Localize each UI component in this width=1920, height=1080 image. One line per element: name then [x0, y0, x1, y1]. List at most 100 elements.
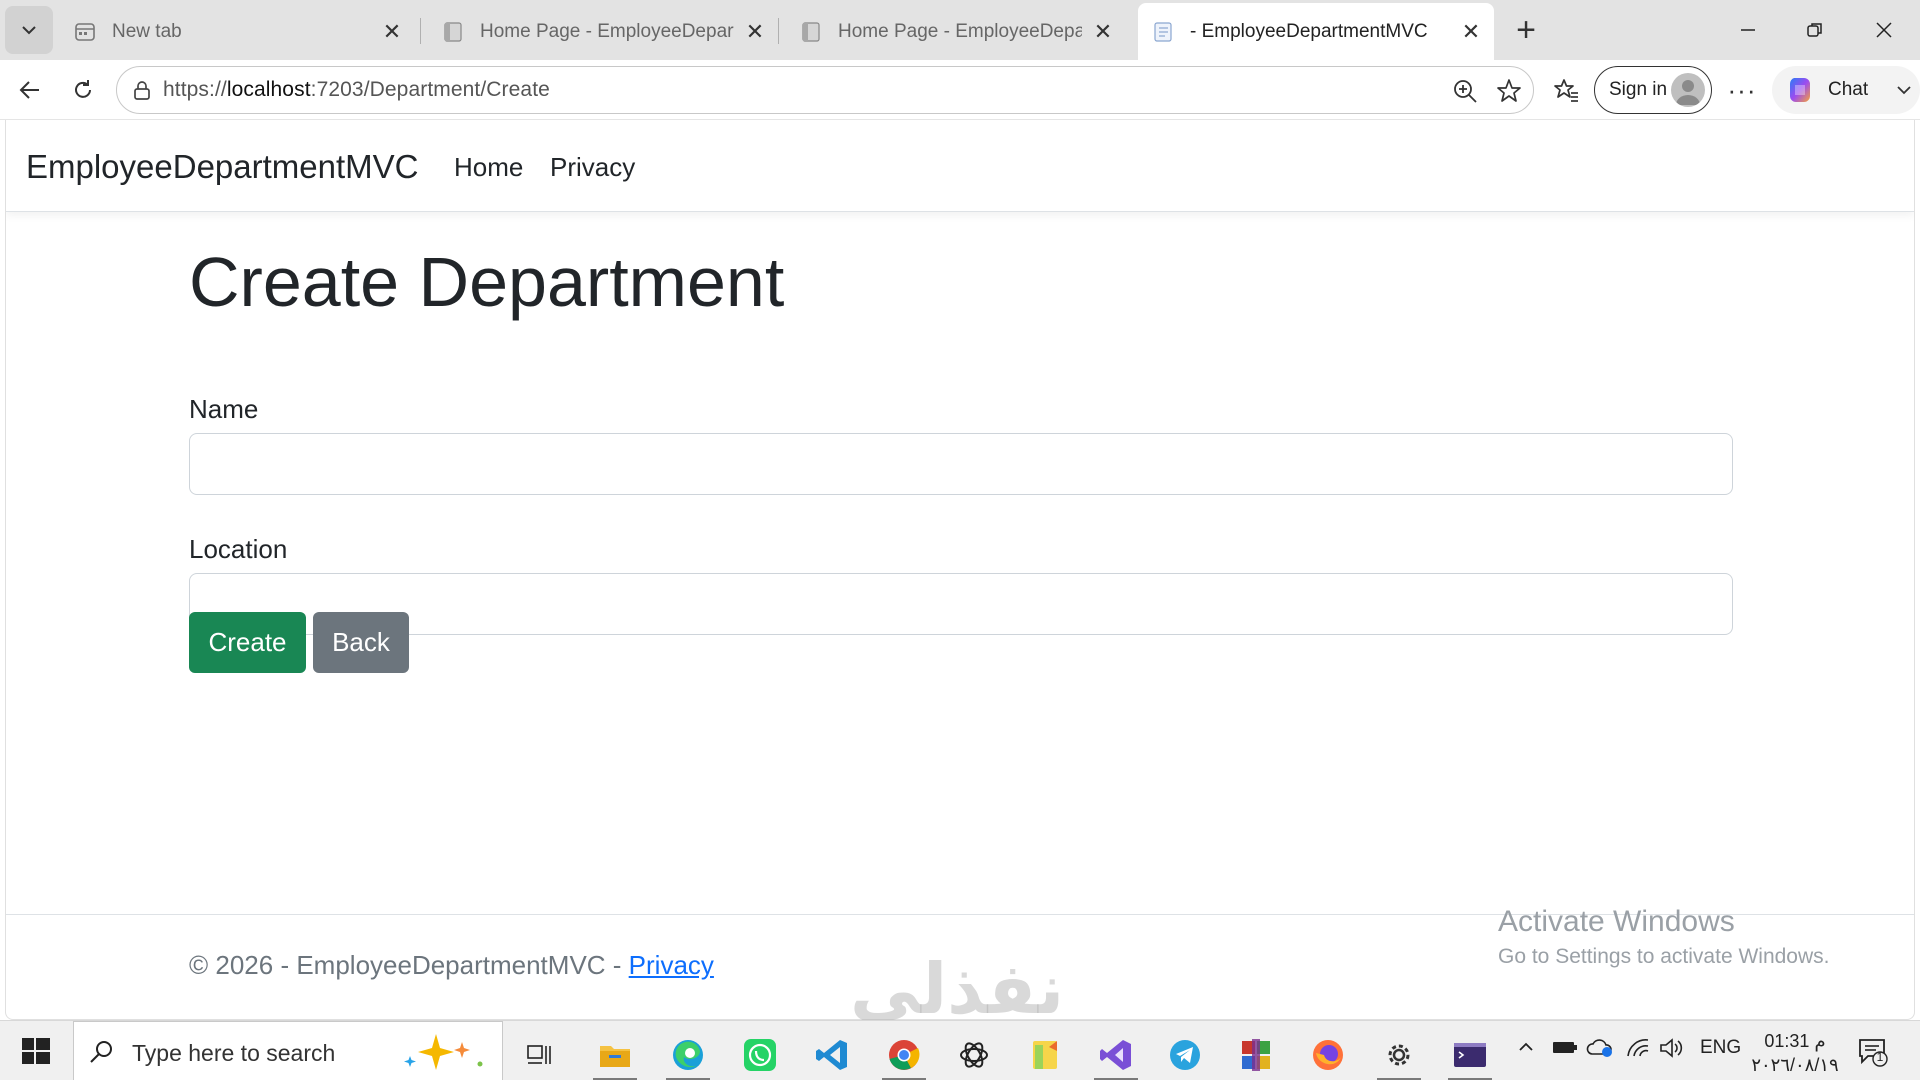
tab-actions-menu-button[interactable]: [5, 6, 53, 54]
terminal-icon: [1454, 1043, 1486, 1067]
tab-home-page-1[interactable]: Home Page - EmployeeDepartmentMVC ✕: [428, 9, 778, 54]
firefox-app[interactable]: [1300, 1029, 1356, 1080]
footer: © 2026 - EmployeeDepartmentMVC - Privacy: [189, 950, 714, 981]
volume-tray-item[interactable]: [1658, 1037, 1684, 1065]
site-navbar: EmployeeDepartmentMVC Home Privacy: [6, 120, 1914, 212]
footer-privacy-link[interactable]: Privacy: [629, 950, 714, 980]
chrome-app[interactable]: [876, 1029, 932, 1080]
activate-windows-title: Activate Windows: [1498, 905, 1735, 938]
favorites-button[interactable]: [1548, 72, 1584, 108]
chevron-down-icon: [22, 26, 36, 35]
address-bar[interactable]: https://localhost:7203/Department/Create: [116, 66, 1534, 114]
taskbar-search-box[interactable]: Type here to search: [73, 1021, 503, 1080]
watermark-logo: نفذلي: [850, 948, 1065, 1030]
vscode-app[interactable]: [804, 1029, 860, 1080]
chrome-icon: [889, 1040, 920, 1070]
language-indicator[interactable]: ENG: [1700, 1037, 1741, 1059]
chatgpt-icon: [960, 1042, 988, 1068]
wifi-icon: [1627, 1039, 1649, 1057]
back-button[interactable]: Back: [313, 612, 409, 673]
lock-icon[interactable]: [131, 79, 153, 101]
winrar-app[interactable]: [1228, 1029, 1284, 1080]
activate-windows-subtitle: Go to Settings to activate Windows.: [1498, 945, 1830, 968]
battery-tray-item[interactable]: [1552, 1037, 1578, 1063]
task-view-button[interactable]: [512, 1029, 568, 1080]
page-icon: [802, 21, 820, 42]
tab-title: Home Page - EmployeeDepartmentMVC: [838, 20, 1082, 42]
more-menu-button[interactable]: ···: [1724, 72, 1760, 108]
minimize-icon: [1741, 29, 1755, 31]
zoom-in-icon[interactable]: [1451, 77, 1479, 105]
chatgpt-app[interactable]: [946, 1029, 1002, 1080]
speaker-icon: [1660, 1038, 1683, 1058]
tab-separator: [778, 18, 779, 44]
close-window-button[interactable]: [1864, 10, 1904, 50]
tray-overflow-chevron[interactable]: [1516, 1037, 1536, 1063]
url-host: localhost: [226, 78, 311, 101]
sign-in-button[interactable]: Sign in: [1594, 66, 1712, 114]
chat-label: Chat: [1828, 79, 1869, 100]
notification-center-button[interactable]: 1: [1856, 1035, 1888, 1067]
nav-link-home[interactable]: Home: [454, 152, 523, 183]
sticky-notes-icon: [1033, 1041, 1057, 1069]
navbar-brand[interactable]: EmployeeDepartmentMVC: [26, 148, 419, 186]
terminal-app[interactable]: [1442, 1029, 1498, 1080]
minimize-button[interactable]: [1728, 10, 1768, 50]
network-tray-item[interactable]: [1625, 1037, 1651, 1065]
windows-start-icon[interactable]: [20, 1035, 52, 1067]
close-icon: [1876, 22, 1892, 38]
telegram-icon: [1170, 1040, 1200, 1070]
back-button[interactable]: [12, 72, 48, 108]
settings-app[interactable]: [1371, 1029, 1427, 1080]
user-icon: [1676, 80, 1700, 105]
visual-studio-app[interactable]: [1088, 1029, 1144, 1080]
whatsapp-app[interactable]: [732, 1029, 788, 1080]
tab-title: Home Page - EmployeeDepartmentMVC: [480, 20, 734, 42]
telegram-app[interactable]: [1157, 1029, 1213, 1080]
footer-copyright: © 2026 - EmployeeDepartmentMVC -: [189, 950, 629, 980]
tab-title: - EmployeeDepartmentMVC: [1190, 20, 1428, 42]
notes-app[interactable]: [1017, 1029, 1073, 1080]
copilot-chat-button[interactable]: Chat: [1772, 66, 1920, 114]
notification-count: 1: [1876, 1050, 1884, 1064]
close-icon[interactable]: ✕: [744, 19, 766, 44]
restore-button[interactable]: [1795, 10, 1835, 50]
onedrive-tray-item[interactable]: [1586, 1037, 1614, 1065]
new-tab-button[interactable]: +: [1510, 11, 1542, 49]
url-text[interactable]: https://localhost:7203/Department/Create: [163, 78, 550, 102]
chevron-down-icon[interactable]: [1894, 80, 1914, 100]
file-explorer-app[interactable]: [587, 1029, 643, 1080]
taskbar-clock[interactable]: 01:31 م ٢٠٢٦/٠٨/١٩: [1750, 1029, 1840, 1077]
url-scheme: https://: [163, 78, 227, 101]
tab-employee-department[interactable]: - EmployeeDepartmentMVC ✕: [1138, 3, 1494, 60]
battery-icon: [1553, 1042, 1577, 1053]
url-path: :7203/Department/Create: [310, 78, 550, 101]
nav-link-privacy[interactable]: Privacy: [550, 152, 635, 183]
tab-home-page-2[interactable]: Home Page - EmployeeDepartmentMVC ✕: [786, 9, 1126, 54]
close-icon[interactable]: ✕: [1092, 19, 1114, 44]
copilot-icon: [1789, 78, 1810, 102]
avatar: [1671, 73, 1705, 107]
firefox-icon: [1313, 1040, 1343, 1070]
refresh-button[interactable]: [65, 72, 101, 108]
tab-new-tab[interactable]: New tab ✕: [60, 9, 415, 54]
gear-icon: [1388, 1044, 1410, 1066]
browser-toolbar: https://localhost:7203/Department/Create…: [0, 60, 1920, 120]
create-button[interactable]: Create: [189, 612, 306, 673]
name-input[interactable]: [189, 433, 1733, 495]
location-input[interactable]: [189, 573, 1733, 635]
favorite-star-icon[interactable]: [1495, 77, 1523, 105]
folder-icon: [600, 1046, 630, 1067]
whatsapp-icon: [744, 1039, 776, 1071]
close-icon[interactable]: ✕: [1460, 19, 1482, 44]
location-label: Location: [189, 534, 288, 564]
winrar-icon: [1242, 1039, 1270, 1071]
close-icon[interactable]: ✕: [381, 19, 403, 44]
visual-studio-icon: [1100, 1040, 1131, 1070]
clock-time: 01:31 م: [1764, 1031, 1826, 1051]
search-placeholder: Type here to search: [132, 1040, 336, 1066]
search-icon: [90, 1041, 112, 1063]
vscode-icon: [816, 1040, 847, 1070]
refresh-icon: [75, 80, 91, 98]
edge-browser-app[interactable]: [660, 1029, 716, 1080]
